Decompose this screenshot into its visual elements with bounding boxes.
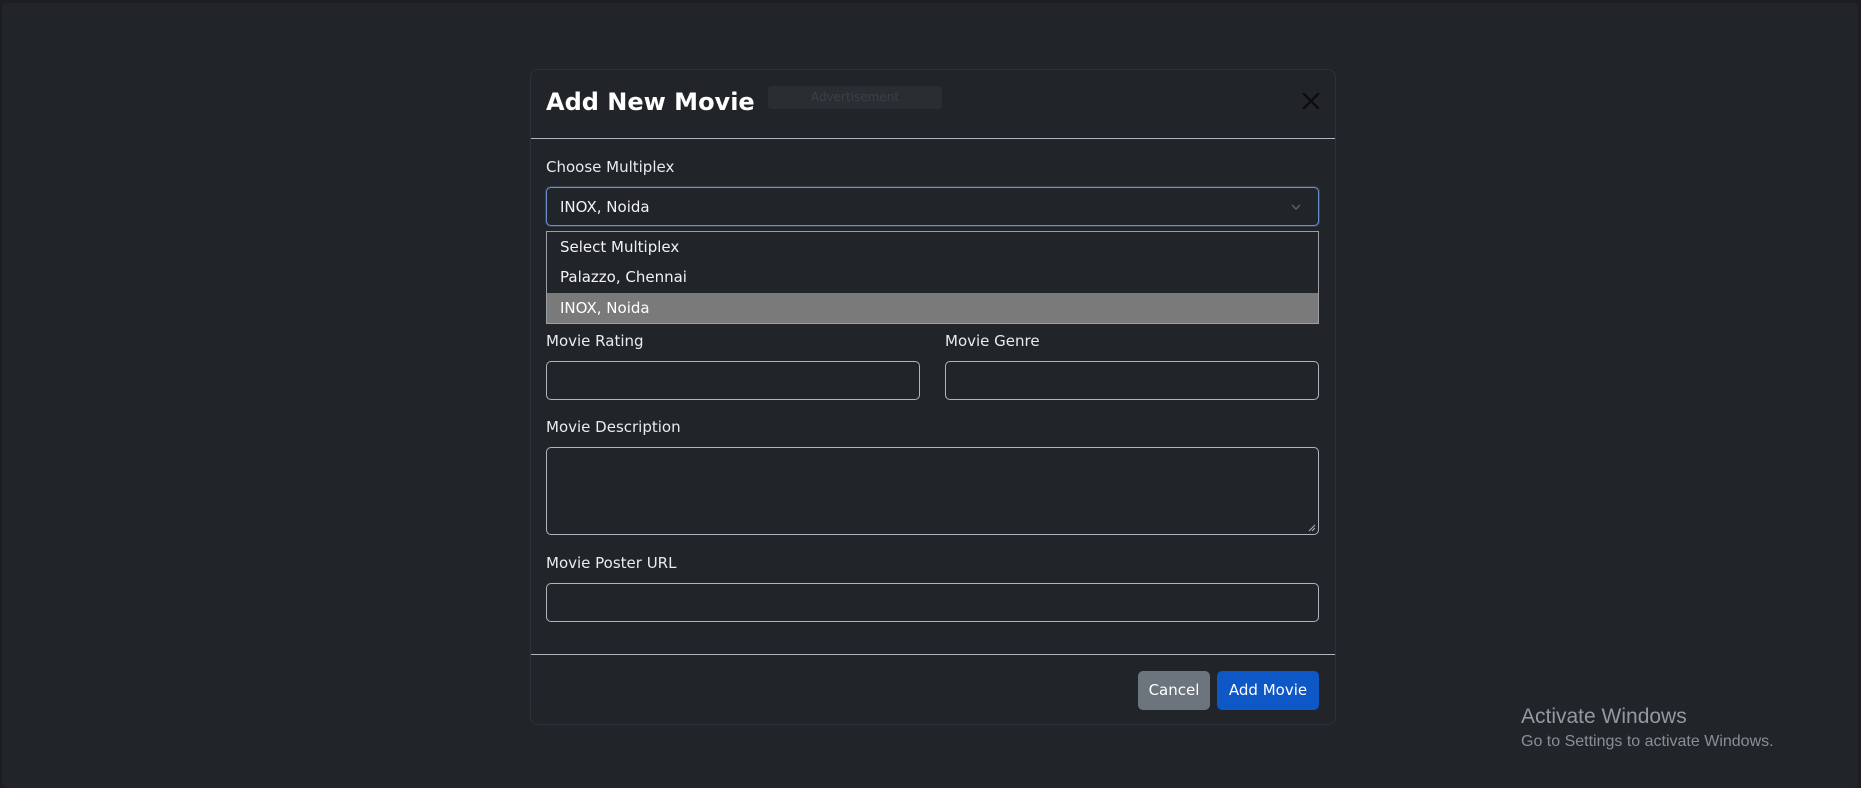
modal-footer-divider	[531, 654, 1335, 655]
close-button[interactable]	[1298, 88, 1324, 114]
dropdown-option-select-multiplex[interactable]: Select Multiplex	[547, 232, 1318, 262]
activate-windows-watermark: Activate Windows Go to Settings to activ…	[1521, 705, 1774, 751]
movie-genre-label: Movie Genre	[945, 332, 1040, 350]
add-movie-button[interactable]: Add Movie	[1217, 671, 1319, 710]
close-icon	[1302, 92, 1320, 110]
movie-genre-input[interactable]	[945, 361, 1319, 400]
resize-handle-icon[interactable]	[1308, 524, 1316, 532]
header-ghost-label: Advertisement	[768, 86, 942, 109]
movie-rating-label: Movie Rating	[546, 332, 644, 350]
movie-poster-url-label: Movie Poster URL	[546, 554, 677, 572]
movie-rating-input[interactable]	[546, 361, 920, 400]
multiplex-label: Choose Multiplex	[546, 158, 675, 176]
watermark-subtitle: Go to Settings to activate Windows.	[1521, 733, 1774, 750]
dropdown-option-palazzo-chennai[interactable]: Palazzo, Chennai	[547, 262, 1318, 292]
add-movie-modal: Add New Movie Advertisement Choose Multi…	[530, 69, 1336, 725]
movie-description-textarea[interactable]	[546, 447, 1319, 535]
movie-description-label: Movie Description	[546, 418, 681, 436]
modal-title: Add New Movie	[546, 88, 755, 116]
movie-poster-url-input[interactable]	[546, 583, 1319, 622]
dropdown-option-inox-noida[interactable]: INOX, Noida	[547, 293, 1318, 323]
watermark-title: Activate Windows	[1521, 705, 1687, 728]
cancel-button[interactable]: Cancel	[1138, 671, 1210, 710]
multiplex-select[interactable]: INOX, Noida	[546, 187, 1319, 226]
modal-header: Add New Movie Advertisement	[531, 70, 1335, 139]
multiplex-dropdown-list: Select Multiplex Palazzo, Chennai INOX, …	[546, 231, 1319, 324]
multiplex-selected-value: INOX, Noida	[560, 198, 650, 216]
chevron-down-icon	[1291, 204, 1301, 210]
